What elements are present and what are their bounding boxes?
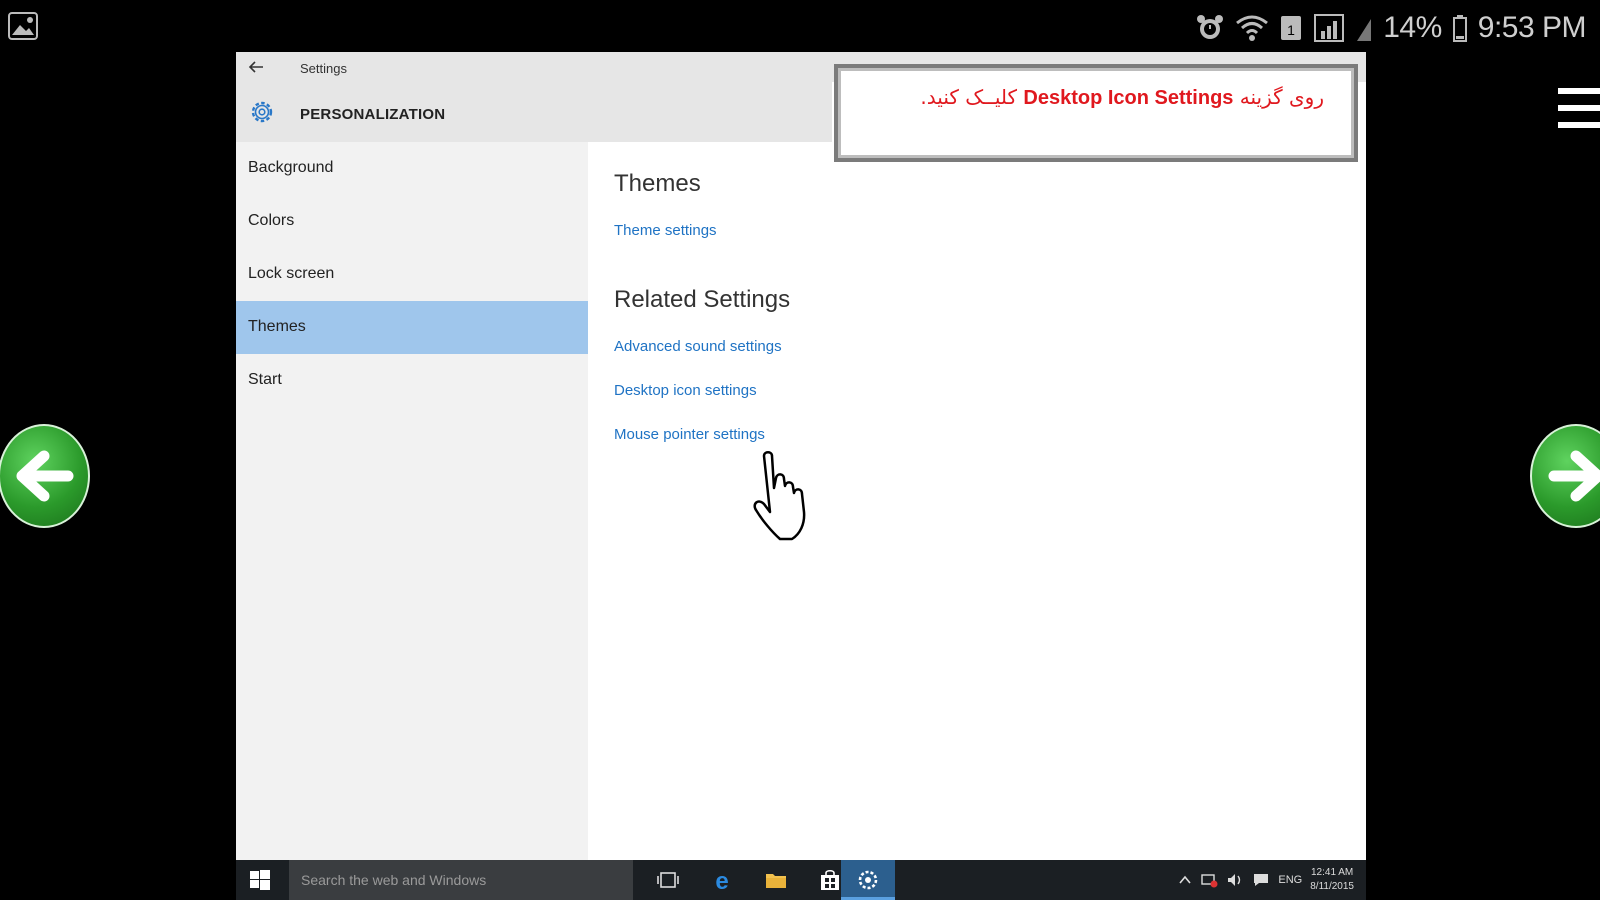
edge-browser-icon[interactable]: e bbox=[710, 868, 734, 892]
sidebar-item-lock-screen[interactable]: Lock screen bbox=[236, 248, 588, 301]
window-title: Settings bbox=[300, 61, 347, 76]
back-arrow-icon[interactable] bbox=[248, 60, 264, 74]
theme-settings-link[interactable]: Theme settings bbox=[614, 222, 717, 239]
sidebar-item-background[interactable]: Background bbox=[236, 142, 588, 195]
sidebar-item-colors[interactable]: Colors bbox=[236, 195, 588, 248]
wifi-icon bbox=[1236, 15, 1269, 41]
sidebar-item-label: Lock screen bbox=[248, 265, 335, 282]
sidebar-item-label: Colors bbox=[248, 212, 295, 229]
signal-icon bbox=[1314, 14, 1345, 42]
related-settings-heading: Related Settings bbox=[614, 286, 791, 313]
task-view-icon[interactable] bbox=[656, 868, 680, 892]
previous-slide-button[interactable] bbox=[0, 424, 90, 528]
settings-taskbar-button[interactable] bbox=[841, 860, 895, 900]
sidebar-item-label: Background bbox=[248, 159, 334, 176]
instruction-text: روی گزینه Desktop Icon Settings کلیــک ک… bbox=[864, 80, 1324, 116]
next-slide-button[interactable] bbox=[1530, 424, 1600, 528]
file-explorer-icon[interactable] bbox=[764, 868, 788, 892]
clock-time: 12:41 AM bbox=[1310, 867, 1354, 878]
settings-gear-icon bbox=[858, 870, 878, 890]
arrow-right-icon bbox=[1548, 450, 1600, 502]
arrow-left-icon bbox=[16, 450, 74, 502]
battery-icon bbox=[1452, 15, 1467, 42]
action-center-icon[interactable] bbox=[1252, 872, 1270, 888]
advanced-sound-settings-link[interactable]: Advanced sound settings bbox=[614, 338, 782, 355]
gallery-icon bbox=[8, 12, 38, 40]
sidebar-item-label: Start bbox=[248, 371, 282, 388]
volume-icon[interactable] bbox=[1226, 872, 1244, 888]
instruction-suffix: کلیــک کنید. bbox=[920, 85, 1018, 109]
windows-screen: Settings PERSONALIZATION Background Colo… bbox=[236, 52, 1366, 900]
page-title: Themes bbox=[614, 170, 701, 197]
menu-icon[interactable] bbox=[1556, 86, 1600, 130]
gear-icon bbox=[251, 101, 273, 123]
store-icon[interactable] bbox=[818, 868, 842, 892]
sidebar-item-label: Themes bbox=[248, 318, 306, 335]
instruction-prefix: روی گزینه bbox=[1239, 85, 1324, 109]
search-placeholder: Search the web and Windows bbox=[301, 872, 487, 888]
svg-text:e: e bbox=[715, 868, 728, 892]
status-bar: 1 14% 9:53 PM bbox=[1195, 8, 1587, 48]
sidebar: Background Colors Lock screen Themes Sta… bbox=[236, 142, 588, 900]
sim-icon: 1 bbox=[1281, 16, 1302, 40]
clock-date: 8/11/2015 bbox=[1310, 881, 1354, 892]
sidebar-item-themes[interactable]: Themes bbox=[236, 301, 588, 354]
taskbar-search-box[interactable]: Search the web and Windows bbox=[289, 860, 633, 900]
system-tray: ENG 12:41 AM 8/11/2015 bbox=[1178, 866, 1354, 894]
hand-pointer-icon bbox=[753, 451, 806, 541]
mouse-pointer-settings-link[interactable]: Mouse pointer settings bbox=[614, 426, 765, 443]
alarm-icon bbox=[1197, 15, 1224, 39]
desktop-icon-settings-link[interactable]: Desktop icon settings bbox=[614, 382, 757, 399]
language-indicator[interactable]: ENG bbox=[1278, 874, 1302, 886]
windows-start-icon[interactable] bbox=[250, 870, 270, 890]
signal-weak-icon bbox=[1357, 19, 1372, 41]
status-time: 9:53 PM bbox=[1477, 11, 1587, 44]
network-icon[interactable] bbox=[1200, 872, 1218, 888]
chevron-up-icon[interactable] bbox=[1178, 873, 1192, 887]
svg-text:1: 1 bbox=[1287, 22, 1295, 38]
taskbar-clock[interactable]: 12:41 AM 8/11/2015 bbox=[1310, 866, 1354, 894]
instruction-emphasis: Desktop Icon Settings bbox=[1023, 87, 1234, 109]
taskbar: Search the web and Windows e ENG 12:41 A… bbox=[236, 860, 1366, 900]
sidebar-item-start[interactable]: Start bbox=[236, 354, 588, 407]
battery-percentage: 14% bbox=[1383, 11, 1442, 44]
instruction-callout: روی گزینه Desktop Icon Settings کلیــک ک… bbox=[834, 64, 1358, 162]
section-title: PERSONALIZATION bbox=[300, 106, 446, 123]
